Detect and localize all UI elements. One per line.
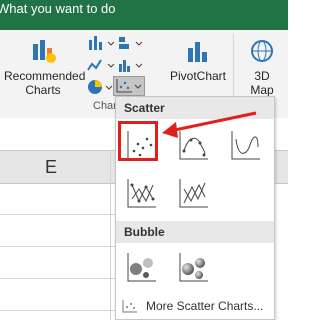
red-arrow-annotation (162, 111, 257, 138)
